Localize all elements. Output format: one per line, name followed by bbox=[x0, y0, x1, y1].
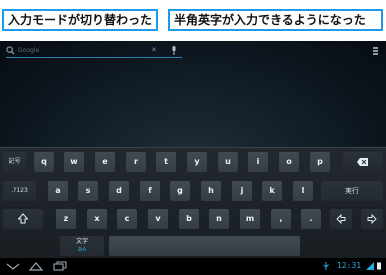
key-c[interactable]: c bbox=[117, 209, 137, 229]
key-b[interactable]: b bbox=[179, 209, 199, 229]
usb-icon bbox=[323, 262, 329, 270]
key-y[interactable]: y bbox=[187, 152, 207, 172]
system-nav-bar: 12:31 bbox=[0, 258, 386, 275]
space-key[interactable] bbox=[109, 236, 300, 256]
back-icon[interactable] bbox=[6, 261, 20, 271]
key-j[interactable]: j bbox=[232, 181, 252, 201]
tablet-screen: Google ✕ 記号 q w e r t y u i o p .?123 a … bbox=[0, 41, 386, 275]
key-u[interactable]: u bbox=[218, 152, 238, 172]
key-t[interactable]: t bbox=[156, 152, 176, 172]
input-mode-label: 文字 bbox=[75, 238, 88, 245]
key-comma[interactable]: , bbox=[271, 209, 291, 229]
key-m[interactable]: m bbox=[240, 209, 260, 229]
overflow-menu-icon[interactable] bbox=[373, 47, 379, 55]
numpad-key[interactable]: .?123 bbox=[3, 181, 36, 201]
input-mode-key[interactable]: 文字 あA bbox=[60, 236, 104, 256]
symbol-key[interactable]: 記号 bbox=[3, 152, 26, 172]
search-input[interactable]: Google bbox=[18, 46, 39, 55]
clear-icon[interactable]: ✕ bbox=[151, 46, 157, 55]
key-p[interactable]: p bbox=[310, 152, 330, 172]
arrow-right-icon bbox=[367, 213, 377, 225]
key-a[interactable]: a bbox=[48, 181, 68, 201]
enter-key[interactable]: 実行 bbox=[321, 181, 383, 201]
cursor-left-key[interactable] bbox=[330, 209, 352, 229]
key-s[interactable]: s bbox=[78, 181, 98, 201]
key-z[interactable]: z bbox=[56, 209, 76, 229]
cursor-right-key[interactable] bbox=[361, 209, 383, 229]
backspace-icon bbox=[357, 158, 368, 166]
wifi-icon bbox=[366, 262, 374, 270]
search-icon bbox=[6, 46, 15, 55]
key-period[interactable]: . bbox=[301, 209, 321, 229]
key-l[interactable]: l bbox=[293, 181, 313, 201]
key-f[interactable]: f bbox=[140, 181, 160, 201]
key-r[interactable]: r bbox=[126, 152, 146, 172]
key-i[interactable]: i bbox=[248, 152, 268, 172]
caption-input-mode-changed: 入力モードが切り替わった bbox=[2, 9, 158, 31]
key-g[interactable]: g bbox=[170, 181, 190, 201]
key-h[interactable]: h bbox=[201, 181, 221, 201]
key-x[interactable]: x bbox=[87, 209, 107, 229]
backspace-key[interactable] bbox=[343, 152, 383, 172]
key-n[interactable]: n bbox=[209, 209, 229, 229]
key-o[interactable]: o bbox=[279, 152, 299, 172]
status-clock: 12:31 bbox=[337, 261, 362, 270]
caption-alphabet-input-enabled: 半角英字が入力できるようになった bbox=[168, 9, 383, 31]
key-q[interactable]: q bbox=[34, 152, 54, 172]
key-d[interactable]: d bbox=[109, 181, 129, 201]
key-e[interactable]: e bbox=[95, 152, 115, 172]
home-icon[interactable] bbox=[29, 261, 43, 271]
key-w[interactable]: w bbox=[64, 152, 84, 172]
microphone-icon[interactable] bbox=[171, 46, 177, 55]
key-v[interactable]: v bbox=[148, 209, 168, 229]
recent-apps-icon[interactable] bbox=[53, 261, 67, 271]
shift-icon bbox=[18, 213, 28, 224]
shift-key[interactable] bbox=[3, 209, 43, 229]
software-keyboard: 記号 q w e r t y u i o p .?123 a s d f g h… bbox=[0, 147, 386, 267]
battery-icon bbox=[377, 262, 381, 270]
arrow-left-icon bbox=[336, 213, 346, 225]
key-k[interactable]: k bbox=[262, 181, 282, 201]
search-bar[interactable]: Google ✕ bbox=[6, 46, 182, 58]
input-mode-sublabel: あA bbox=[77, 247, 87, 253]
